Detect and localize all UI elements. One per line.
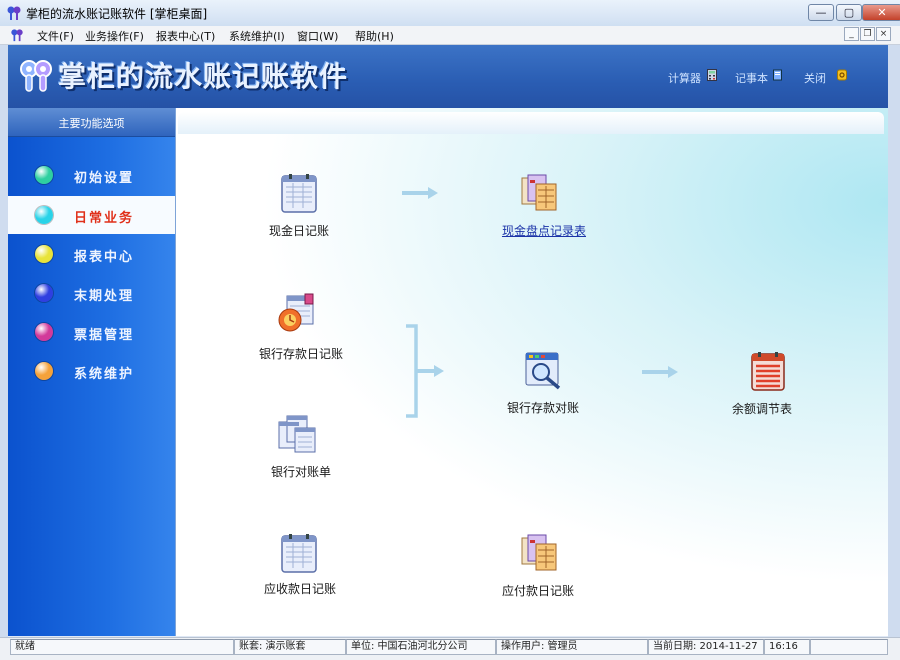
- nav-bullet-icon: [35, 323, 53, 341]
- notepad-link[interactable]: 记事本: [735, 70, 768, 86]
- app-logo-icon: [7, 6, 21, 20]
- bank-reconcile-label[interactable]: 银行存款对账: [473, 399, 613, 416]
- mdi-restore-button[interactable]: ❐: [860, 27, 875, 41]
- menu-business[interactable]: 业务操作(F): [85, 28, 144, 44]
- cash-count-icon[interactable]: [520, 172, 560, 212]
- receivable-journal-icon[interactable]: [279, 533, 319, 573]
- status-user: 操作用户: 管理员: [496, 639, 648, 655]
- window-title: 掌柜的流水账记账软件 [掌柜桌面]: [26, 7, 208, 21]
- sidebar-item-label: 票据管理: [74, 328, 135, 343]
- nav-bullet-icon: [35, 206, 53, 224]
- status-date: 当前日期: 2014-11-27: [648, 639, 764, 655]
- notepad-icon[interactable]: [773, 69, 783, 81]
- sidebar-header-title: 主要功能选项: [58, 117, 125, 130]
- app-menu-icon[interactable]: [10, 28, 24, 42]
- bank-journal-label[interactable]: 银行存款日记账: [231, 345, 371, 362]
- flow-arrow-icon: [642, 366, 678, 378]
- cash-journal-icon[interactable]: [279, 173, 319, 213]
- nav-bullet-icon: [35, 284, 53, 302]
- sidebar-item-label: 日常业务: [74, 211, 135, 226]
- close-link[interactable]: 关闭: [804, 70, 826, 86]
- menu-help[interactable]: 帮助(H): [355, 28, 394, 44]
- balance-adjust-label[interactable]: 余额调节表: [692, 400, 832, 417]
- menu-system[interactable]: 系统维护(I): [229, 28, 285, 44]
- maximize-button[interactable]: ▢: [836, 4, 862, 21]
- bank-reconcile-icon[interactable]: [523, 350, 563, 390]
- nav-bullet-icon: [35, 245, 53, 263]
- sidebar-item-label: 末期处理: [74, 289, 135, 304]
- mdi-close-button[interactable]: ×: [876, 27, 891, 41]
- menu-file[interactable]: 文件(F): [37, 28, 74, 44]
- status-ready: 就绪: [10, 639, 234, 655]
- nav-bullet-icon: [35, 166, 53, 184]
- sidebar-item-label: 初始设置: [74, 171, 135, 186]
- window-frame-left: [0, 45, 8, 637]
- status-account: 账套: 演示账套: [234, 639, 346, 655]
- nav-bullet-icon: [35, 362, 53, 380]
- cash-count-link[interactable]: 现金盘点记录表: [474, 222, 614, 239]
- sidebar-item-label: 报表中心: [74, 250, 135, 265]
- balance-adjust-icon[interactable]: [749, 351, 789, 391]
- brand-logo-icon: [20, 60, 52, 92]
- close-button[interactable]: ✕: [862, 4, 900, 21]
- bank-statement-label[interactable]: 银行对账单: [231, 463, 371, 480]
- payable-journal-label[interactable]: 应付款日记账: [468, 582, 608, 599]
- status-time: 16:16: [764, 639, 810, 655]
- mdi-minimize-button[interactable]: _: [844, 27, 859, 41]
- bank-statement-icon[interactable]: [277, 414, 317, 454]
- bank-journal-icon[interactable]: [277, 293, 317, 333]
- calculator-link[interactable]: 计算器: [668, 70, 701, 86]
- window-frame-right: [888, 45, 900, 637]
- menu-window[interactable]: 窗口(W): [297, 28, 338, 44]
- minimize-button[interactable]: —: [808, 4, 834, 21]
- status-extra: [810, 639, 888, 655]
- status-unit: 单位: 中国石油河北分公司: [346, 639, 496, 655]
- sidebar-item-label: 系统维护: [74, 367, 135, 382]
- content-top-strip: [178, 112, 884, 134]
- payable-journal-icon[interactable]: [520, 532, 560, 572]
- exit-icon[interactable]: [837, 69, 847, 81]
- receivable-journal-label[interactable]: 应收款日记账: [230, 580, 370, 597]
- calculator-icon[interactable]: [707, 69, 717, 81]
- banner-title: 掌柜的流水账记账软件: [58, 60, 349, 93]
- flow-arrow-icon: [402, 187, 438, 199]
- flow-bracket-icon: [406, 324, 444, 418]
- cash-journal-label[interactable]: 现金日记账: [229, 222, 369, 239]
- menu-reports[interactable]: 报表中心(T): [156, 28, 215, 44]
